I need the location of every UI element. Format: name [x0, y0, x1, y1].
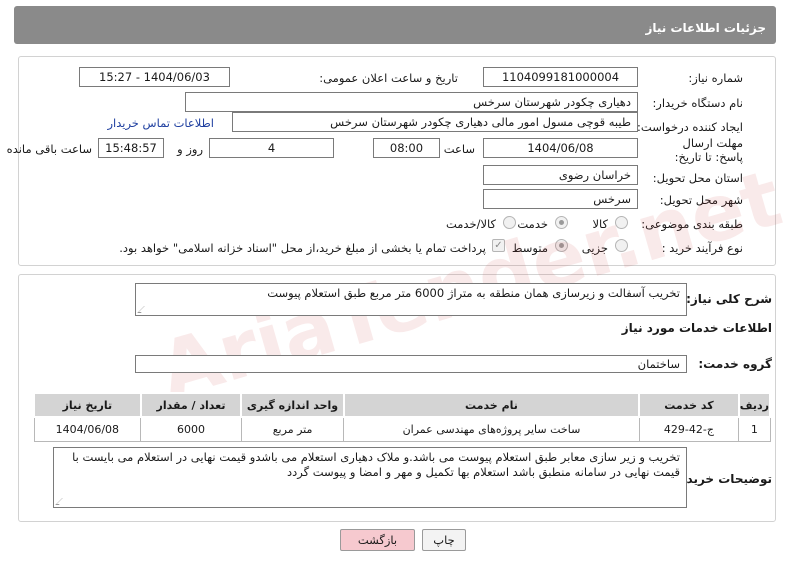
deadline-time-label: ساعت [443, 142, 475, 156]
category-radio-goods-service[interactable] [503, 216, 516, 229]
table-header-row: ردیف کد خدمت نام خدمت واحد اندازه گیری ت… [33, 392, 772, 418]
service-group-field: ساختمان [135, 355, 687, 373]
category-option-service: خدمت [517, 217, 548, 231]
cell-quantity: 6000 [140, 416, 242, 442]
days-field: 4 [209, 138, 334, 158]
buyer-org-label: نام دستگاه خریدار: [652, 96, 743, 110]
cell-unit: متر مربع [240, 416, 345, 442]
summary-textarea: تخریب آسفالت و زیرسازی همان منطقه به متر… [135, 283, 687, 316]
process-option-medium: متوسط [511, 241, 548, 255]
remaining-label: ساعت باقی مانده [6, 142, 92, 156]
cell-service-code: ج-42-429 [638, 416, 740, 442]
summary-label: شرح کلی نیاز: [686, 292, 772, 306]
category-radio-goods[interactable] [615, 216, 628, 229]
creator-field: طیبه قوچی مسول امور مالی دهیاری چکودر شه… [232, 112, 638, 132]
col-quantity: تعداد / مقدار [139, 392, 243, 418]
announce-field: 1404/06/03 - 15:27 [79, 67, 230, 87]
deadline-date-field: 1404/06/08 [483, 138, 638, 158]
resize-grip-icon[interactable] [55, 498, 66, 505]
process-radio-minor[interactable] [615, 239, 628, 252]
creator-label: ایجاد کننده درخواست: [637, 120, 743, 134]
summary-text: تخریب آسفالت و زیرسازی همان منطقه به متر… [267, 286, 680, 300]
back-button[interactable]: بازگشت [340, 529, 415, 551]
cell-row-number: 1 [738, 416, 771, 442]
col-unit: واحد اندازه گیری [240, 392, 345, 418]
deadline-time-field: 08:00 [373, 138, 440, 158]
panel-header: جزئیات اطلاعات نیاز [14, 6, 776, 44]
services-title: اطلاعات خدمات مورد نیاز [621, 321, 772, 335]
col-row-number: ردیف [737, 392, 772, 418]
buyer-notes-textarea: تخریب و زیر سازی معابر طبق استعلام پیوست… [53, 447, 687, 508]
announce-label: تاریخ و ساعت اعلان عمومی: [319, 71, 458, 85]
city-field: سرخس [483, 189, 638, 209]
remaining-time-field: 15:48:57 [98, 138, 164, 158]
province-label: استان محل تحویل: [652, 171, 743, 185]
services-table: ردیف کد خدمت نام خدمت واحد اندازه گیری ت… [33, 392, 772, 442]
category-option-goods: کالا [592, 217, 608, 231]
process-radio-medium[interactable] [555, 239, 568, 252]
province-field: خراسان رضوی [483, 165, 638, 185]
col-service-code: کد خدمت [638, 392, 740, 418]
cell-service-name: ساخت سایر پروژه‌های مهندسی عمران [343, 416, 640, 442]
category-option-goods-service: کالا/خدمت [445, 217, 496, 231]
need-number-label: شماره نیاز: [688, 71, 743, 85]
process-option-minor: جزیی [581, 241, 608, 255]
buyer-org-field: دهیاری چکودر شهرستان سرخس [185, 92, 638, 112]
print-button[interactable]: چاپ [422, 529, 466, 551]
buyer-contact-link[interactable]: اطلاعات تماس خریدار [107, 116, 214, 130]
process-label: نوع فرآیند خرید : [661, 241, 743, 255]
cell-need-date: 1404/06/08 [33, 416, 142, 442]
city-label: شهر محل تحویل: [659, 193, 743, 207]
deadline-label: مهلت ارسال پاسخ: تا تاریخ: [674, 136, 743, 164]
buyer-notes-text: تخریب و زیر سازی معابر طبق استعلام پیوست… [72, 450, 680, 479]
service-group-label: گروه خدمت: [698, 357, 772, 371]
need-number-field: 1104099181000004 [483, 67, 638, 87]
payment-note: پرداخت تمام یا بخشی از مبلغ خرید،از محل … [119, 241, 486, 255]
panel-title: جزئیات اطلاعات نیاز [645, 21, 766, 35]
category-radio-service[interactable] [555, 216, 568, 229]
resize-grip-icon[interactable] [137, 306, 148, 313]
col-service-name: نام خدمت [342, 392, 641, 418]
col-need-date: تاریخ نیاز [33, 392, 142, 418]
category-label: طبقه بندی موضوعی: [641, 217, 743, 231]
table-row: 1 ج-42-429 ساخت سایر پروژه‌های مهندسی عم… [33, 416, 771, 442]
treasury-checkbox[interactable]: ✓ [492, 239, 505, 252]
days-label: روز و [177, 142, 203, 156]
